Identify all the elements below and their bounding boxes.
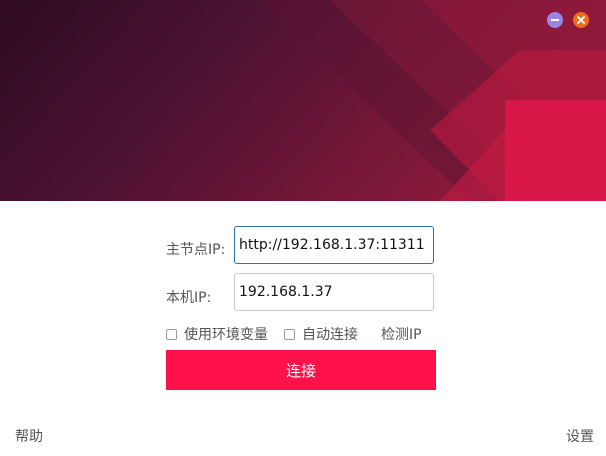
local-ip-label: 本机IP: <box>166 290 212 306</box>
detect-ip-link[interactable]: 检测IP <box>381 324 422 344</box>
minimize-button[interactable] <box>547 12 563 28</box>
master-ip-label: 主节点IP: <box>166 242 226 258</box>
master-ip-input[interactable] <box>234 226 434 264</box>
connection-form: 主节点IP: 本机IP: 使用环境变量 自动连接 检测IP 连接 帮助 设置 <box>0 201 606 456</box>
auto-connect-label: 自动连接 <box>302 327 358 343</box>
banner-graphic <box>0 0 606 201</box>
close-button[interactable] <box>573 12 589 28</box>
header-banner <box>0 0 606 201</box>
banner-square <box>505 100 606 201</box>
auto-connect-checkbox[interactable]: 自动连接 <box>284 324 358 344</box>
use-env-var-label: 使用环境变量 <box>184 327 268 343</box>
local-ip-input[interactable] <box>234 273 434 311</box>
use-env-var-checkbox[interactable]: 使用环境变量 <box>166 324 268 344</box>
app-window: 主节点IP: 本机IP: 使用环境变量 自动连接 检测IP 连接 帮助 设置 <box>0 0 606 456</box>
checkbox-icon[interactable] <box>284 328 295 340</box>
help-link[interactable]: 帮助 <box>15 426 43 446</box>
settings-link[interactable]: 设置 <box>566 426 594 446</box>
checkbox-icon[interactable] <box>166 328 177 340</box>
connect-button[interactable]: 连接 <box>166 350 436 390</box>
